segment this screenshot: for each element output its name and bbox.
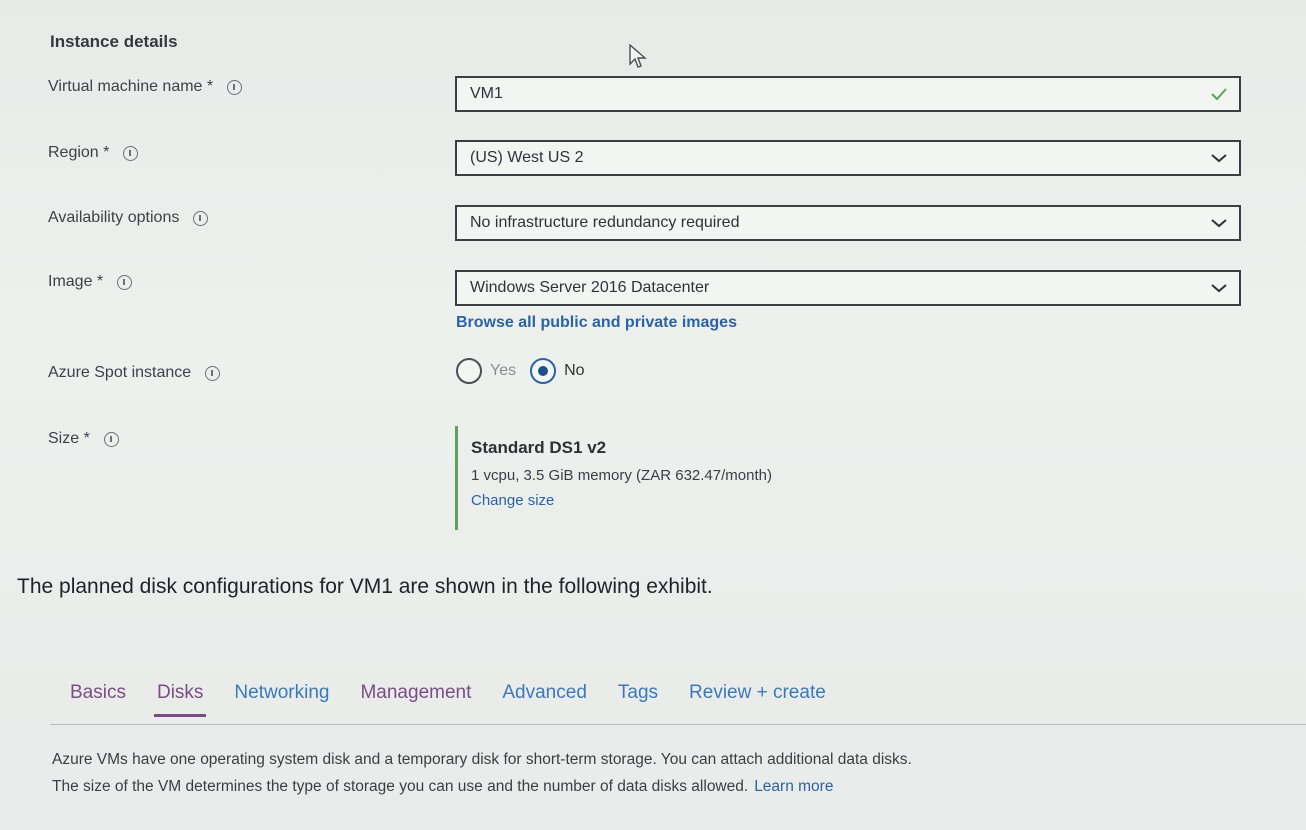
tab-disks[interactable]: Disks [153, 682, 207, 717]
disks-description: Azure VMs have one operating system disk… [52, 746, 1297, 800]
size-summary: Standard DS1 v2 1 vcpu, 3.5 GiB memory (… [455, 426, 772, 530]
checkmark-icon [1199, 87, 1239, 101]
disks-description-line-1: Azure VMs have one operating system disk… [52, 751, 912, 768]
chevron-down-icon [1199, 283, 1239, 293]
region-select[interactable]: (US) West US 2 [455, 140, 1241, 176]
info-icon[interactable] [117, 274, 133, 290]
region-label: Region * [48, 144, 139, 162]
vm-name-label: Virtual machine name * [48, 78, 243, 96]
tab-networking[interactable]: Networking [234, 682, 329, 713]
tabs-divider [50, 724, 1306, 725]
tab-tags[interactable]: Tags [618, 682, 658, 713]
change-size-link[interactable]: Change size [471, 492, 772, 509]
image-select[interactable]: Windows Server 2016 Datacenter [455, 270, 1241, 306]
tab-management[interactable]: Management [360, 682, 471, 713]
instance-details-heading: Instance details [50, 32, 178, 51]
wizard-tabs: Basics Disks Networking Management Advan… [70, 682, 857, 717]
spot-no-label: No [564, 362, 585, 379]
vm-create-screen: Instance details Virtual machine name * … [0, 0, 1306, 830]
spot-no-radio[interactable] [530, 358, 557, 384]
tab-basics[interactable]: Basics [70, 682, 126, 713]
spot-yes-label: Yes [490, 362, 517, 379]
availability-select[interactable]: No infrastructure redundancy required [455, 205, 1241, 241]
size-label: Size * [48, 430, 119, 448]
disks-description-line-2: The size of the VM determines the type o… [52, 778, 834, 795]
info-icon[interactable] [205, 365, 221, 381]
image-label: Image * [48, 273, 133, 291]
size-details: 1 vcpu, 3.5 GiB memory (ZAR 632.47/month… [471, 467, 772, 484]
info-icon[interactable] [103, 431, 119, 447]
browse-images-link[interactable]: Browse all public and private images [456, 314, 737, 332]
tab-advanced[interactable]: Advanced [502, 682, 587, 713]
info-icon[interactable] [227, 79, 243, 95]
spot-yes-radio[interactable] [456, 358, 482, 384]
learn-more-link[interactable]: Learn more [754, 778, 833, 795]
tab-review-create[interactable]: Review + create [689, 682, 826, 713]
exhibit-caption: The planned disk configurations for VM1 … [17, 575, 713, 598]
availability-label: Availability options [48, 209, 209, 227]
chevron-down-icon [1199, 218, 1239, 228]
info-icon[interactable] [193, 210, 209, 226]
info-icon[interactable] [123, 145, 139, 161]
mouse-pointer-icon [629, 44, 647, 68]
spot-radio-group: Yes No [456, 358, 585, 384]
chevron-down-icon [1199, 153, 1239, 163]
spot-label: Azure Spot instance [48, 364, 221, 382]
vm-name-input[interactable]: VM1 [455, 76, 1241, 112]
size-name: Standard DS1 v2 [471, 438, 607, 457]
